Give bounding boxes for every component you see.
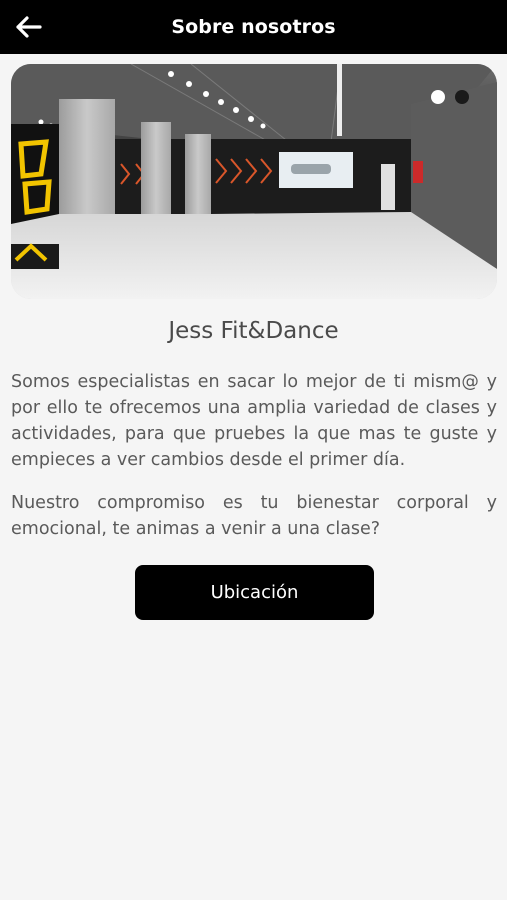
- carousel-dot-2[interactable]: [455, 90, 469, 104]
- location-button[interactable]: Ubicación: [135, 565, 374, 620]
- gym-interior-image: [11, 64, 497, 299]
- app-screen: Sobre nosotros Jess Fit&Dance Somos espe…: [0, 0, 507, 900]
- company-name: Jess Fit&Dance: [168, 318, 339, 344]
- image-carousel[interactable]: [11, 64, 497, 299]
- carousel-dot-1[interactable]: [431, 90, 445, 104]
- top-bar: Sobre nosotros: [0, 0, 507, 54]
- carousel-dots: [431, 90, 469, 104]
- page-title: Sobre nosotros: [171, 16, 336, 38]
- about-paragraph-1: Somos especialistas en sacar lo mejor de…: [11, 372, 497, 470]
- about-paragraph-2: Nuestro compromiso es tu bienestar corpo…: [11, 493, 497, 539]
